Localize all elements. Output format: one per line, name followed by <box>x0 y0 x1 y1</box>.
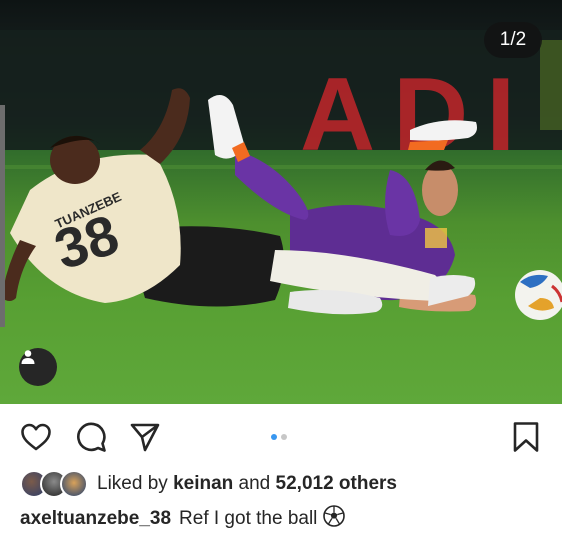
save-button[interactable] <box>508 419 544 455</box>
paper-plane-icon <box>130 423 160 452</box>
photo-illustration: ADI 38 TUANZEBE <box>0 30 562 320</box>
post-photo[interactable]: ADI 38 TUANZEBE 1/2 <box>0 0 562 404</box>
post-action-bar <box>0 404 562 468</box>
liked-by-user-link[interactable]: keinan <box>173 473 233 495</box>
caption-text: Ref I got the ball <box>179 508 318 529</box>
image-counter-badge: 1/2 <box>484 22 542 58</box>
football <box>515 270 562 320</box>
likes-summary: Liked by keinan and 52,012 others <box>20 470 397 498</box>
comment-button[interactable] <box>73 419 109 455</box>
caption-username-link[interactable]: axeltuanzebe_38 <box>20 508 171 530</box>
ad-banner-text: ADI <box>300 57 533 173</box>
share-button[interactable] <box>127 419 163 455</box>
carousel-dot <box>281 434 287 440</box>
liker-avatars[interactable] <box>20 470 88 498</box>
liked-by-joiner: and <box>238 473 271 494</box>
scroll-edge-indicator <box>0 105 5 327</box>
like-button[interactable] <box>18 419 54 455</box>
tagged-people-button[interactable] <box>19 348 57 386</box>
liked-by-others-link[interactable]: 52,012 others <box>276 473 397 495</box>
liked-by-prefix: Liked by <box>97 473 168 494</box>
post-caption: axeltuanzebe_38 Ref I got the ball <box>20 505 346 533</box>
person-icon <box>21 350 35 364</box>
bookmark-icon <box>513 422 539 452</box>
soccer-ball-icon <box>323 505 346 533</box>
carousel-indicator <box>271 434 287 440</box>
heart-icon <box>21 423 51 451</box>
carousel-dot-active <box>271 434 277 440</box>
avatar <box>60 470 88 498</box>
comment-icon <box>77 422 106 452</box>
